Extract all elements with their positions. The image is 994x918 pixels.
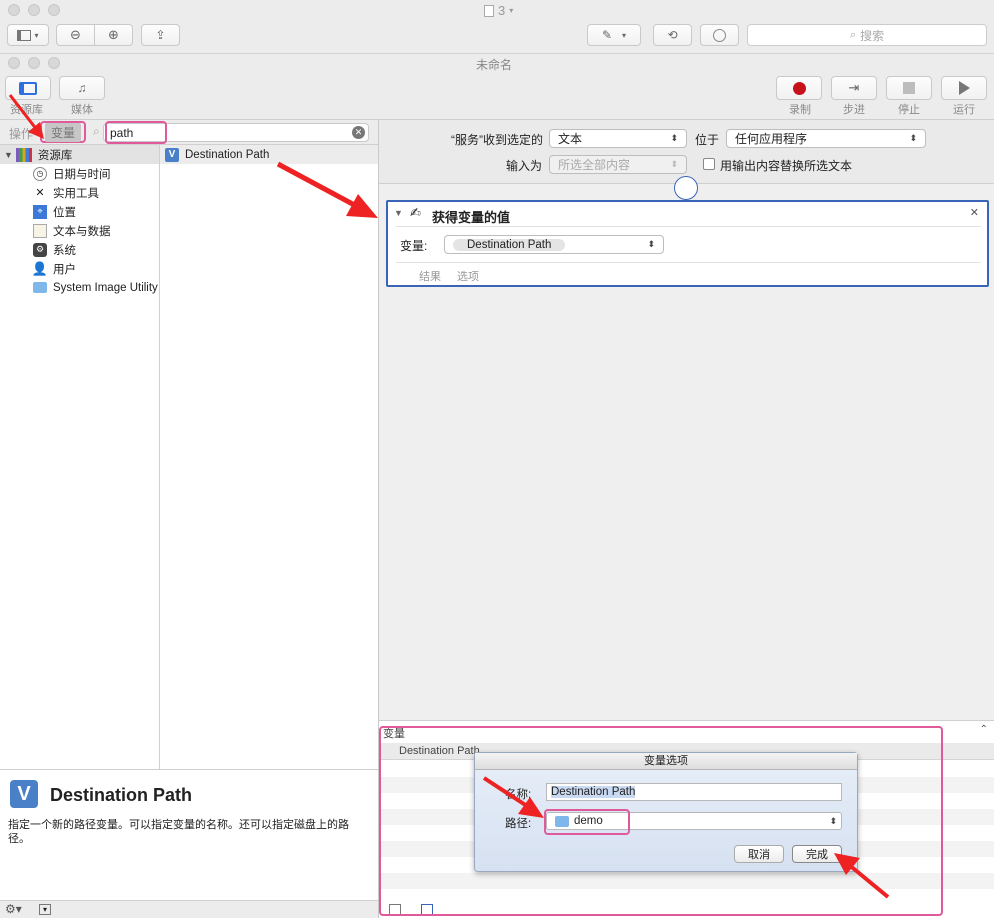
arrow-to-variables-tab [8, 94, 39, 131]
arrowhead-variables-tab [28, 122, 44, 139]
arrow-to-action [276, 161, 362, 211]
arrow-to-done [846, 862, 890, 899]
arrowhead-action [346, 194, 378, 218]
arrowhead-path [518, 797, 544, 818]
arrow-to-path [482, 776, 532, 810]
annotation-arrows [8, 94, 890, 899]
